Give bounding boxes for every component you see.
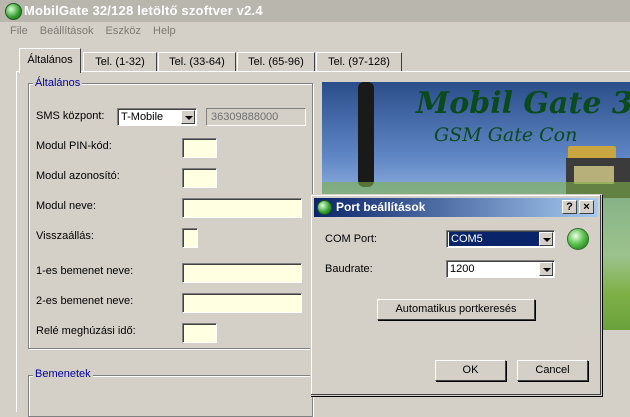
dialog-title: Port beállítások (336, 200, 426, 214)
input2-name-field[interactable] (182, 293, 302, 313)
com-port-label: COM Port: (325, 233, 377, 245)
dialog-app-icon (317, 200, 332, 215)
tab-tel-33-64[interactable]: Tel. (33-64) (158, 52, 236, 71)
menu-help[interactable]: Help (147, 22, 182, 37)
chevron-down-icon[interactable] (539, 232, 553, 246)
banner-title: Mobil Gate 32 (416, 86, 630, 121)
baudrate-select[interactable]: 1200 (446, 260, 555, 278)
input2-name-label: 2-es bemenet neve: (36, 295, 134, 307)
inputs-group-title: Bemenetek (33, 368, 93, 380)
close-button[interactable]: × (579, 200, 594, 214)
reset-input[interactable] (182, 228, 198, 248)
sms-provider-select[interactable]: T-Mobile (117, 108, 197, 126)
menu-device[interactable]: Eszköz (100, 22, 147, 37)
baudrate-label: Baudrate: (325, 263, 373, 275)
input1-name-field[interactable] (182, 263, 302, 283)
connect-status-icon[interactable] (567, 228, 589, 250)
sms-provider-value: T-Mobile (121, 111, 164, 123)
window-titlebar[interactable]: MobilGate 32/128 letöltő szoftver v2.4 (0, 0, 630, 22)
relay-time-label: Relé meghúzási idő: (36, 325, 136, 337)
banner-subtitle: GSM Gate Con (434, 124, 578, 146)
help-button[interactable]: ? (562, 200, 577, 214)
tab-tel-65-96[interactable]: Tel. (65-96) (237, 52, 315, 71)
tab-general[interactable]: Általános (19, 48, 81, 73)
module-id-input[interactable] (182, 168, 217, 188)
app-icon (5, 3, 22, 20)
port-settings-dialog: Port beállítások ? × COM Port: COM5 Baud… (310, 194, 602, 396)
com-port-select[interactable]: COM5 (446, 230, 555, 248)
dialog-titlebar[interactable]: Port beállítások ? × (314, 198, 598, 217)
tab-tel-97-128[interactable]: Tel. (97-128) (316, 52, 402, 71)
relay-time-input[interactable] (182, 323, 217, 343)
ok-button[interactable]: OK (435, 360, 506, 381)
pin-input[interactable] (182, 138, 217, 158)
module-name-input[interactable] (182, 198, 302, 218)
sms-number-field: 36309888000 (206, 108, 306, 126)
tab-tel-1-32[interactable]: Tel. (1-32) (83, 52, 157, 71)
module-name-label: Modul neve: (36, 200, 96, 212)
com-port-value: COM5 (449, 232, 539, 246)
sms-center-label: SMS központ: (36, 110, 105, 122)
menu-file[interactable]: File (0, 22, 34, 37)
reset-label: Visszaállás: (36, 230, 94, 242)
chevron-down-icon[interactable] (181, 110, 195, 124)
menu-settings[interactable]: Beállítások (34, 22, 100, 37)
auto-port-search-button[interactable]: Automatikus portkeresés (377, 299, 535, 320)
inputs-group (28, 375, 313, 417)
menu-bar: File Beállítások Eszköz Help (0, 22, 630, 42)
module-id-label: Modul azonosító: (36, 170, 120, 182)
chevron-down-icon[interactable] (539, 262, 553, 276)
input1-name-label: 1-es bemenet neve: (36, 265, 134, 277)
cancel-button[interactable]: Cancel (517, 360, 588, 381)
window-title: MobilGate 32/128 letöltő szoftver v2.4 (24, 3, 263, 18)
pin-label: Modul PIN-kód: (36, 140, 112, 152)
general-group-title: Általános (33, 77, 83, 89)
baudrate-value: 1200 (450, 263, 475, 275)
